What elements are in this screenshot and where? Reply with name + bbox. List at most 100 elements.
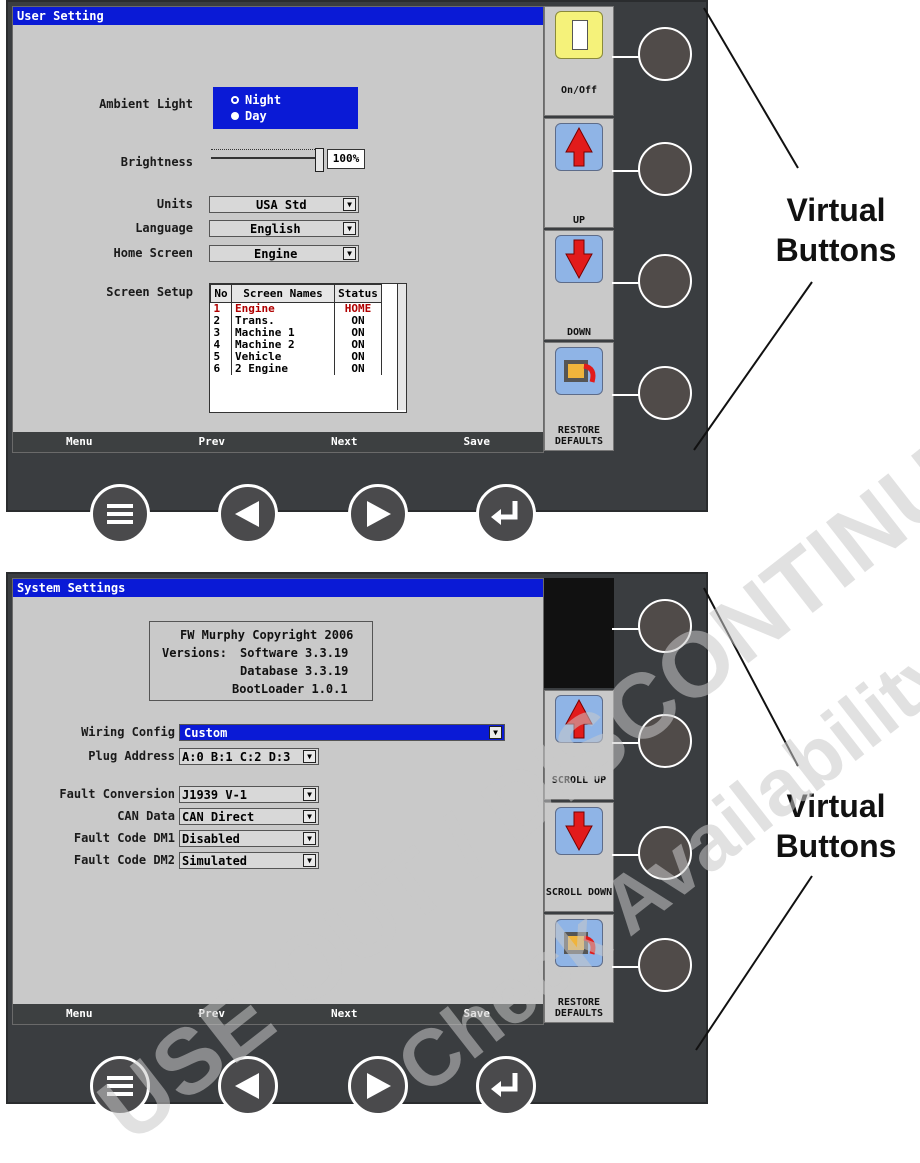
can-data-dropdown[interactable]: CAN Direct ▼	[179, 808, 319, 825]
softkey-menu[interactable]: Menu	[13, 1004, 146, 1024]
scroll-down-button[interactable]: SCROLL DOWN	[544, 802, 614, 912]
version-info-box: FW Murphy Copyright 2006 Versions: Softw…	[149, 621, 373, 701]
ambient-light-radio-group[interactable]: Night Day	[213, 87, 358, 129]
softkey-next[interactable]: Next	[278, 1004, 411, 1024]
chevron-down-icon[interactable]: ▼	[303, 750, 316, 763]
next-hard-button[interactable]	[348, 1056, 408, 1116]
prev-hard-button[interactable]	[218, 484, 278, 544]
plug-address-label: Plug Address	[88, 749, 175, 763]
on-off-button[interactable]: On/Off	[544, 6, 614, 116]
home-screen-value: Engine	[254, 247, 298, 261]
home-screen-label: Home Screen	[113, 246, 193, 260]
next-hard-button[interactable]	[348, 484, 408, 544]
bootloader-version: BootLoader 1.0.1	[232, 682, 348, 696]
hard-button-2[interactable]	[638, 142, 692, 196]
chevron-down-icon[interactable]: ▼	[343, 222, 356, 235]
chevron-down-icon[interactable]: ▼	[303, 788, 316, 801]
screen-setup-table[interactable]: No Screen Names Status 1 Engine HOME 2 Tran…	[209, 283, 407, 413]
arrow-up-icon	[555, 695, 603, 743]
virtual-buttons-callout-top: Virtual Buttons	[775, 192, 897, 268]
screen-setup-label: Screen Setup	[106, 285, 193, 299]
units-value: USA Std	[256, 198, 307, 212]
menu-hard-button[interactable]	[90, 484, 150, 544]
softkey-save[interactable]: Save	[411, 432, 544, 452]
fault-conversion-dropdown[interactable]: J1939 V-1 ▼	[179, 786, 319, 803]
units-dropdown[interactable]: USA Std ▼	[209, 196, 359, 213]
wiring-config-label: Wiring Config	[81, 725, 175, 739]
database-version: Database 3.3.19	[240, 664, 349, 678]
screen-title: User Setting	[13, 7, 543, 25]
menu-icon	[107, 504, 133, 524]
menu-hard-button[interactable]	[90, 1056, 150, 1116]
hard-button-4[interactable]	[638, 938, 692, 992]
connector-line	[612, 966, 640, 968]
restore-defaults-button[interactable]: RESTORE DEFAULTS	[544, 914, 614, 1023]
blank-button-slot	[544, 578, 614, 688]
table-scrollbar[interactable]	[397, 284, 406, 410]
enter-hard-button[interactable]	[476, 1056, 536, 1116]
radio-day-icon	[231, 112, 239, 120]
restore-defaults-button[interactable]: RESTORE DEFAULTS	[544, 342, 614, 451]
softkey-prev[interactable]: Prev	[146, 432, 279, 452]
softkey-menu[interactable]: Menu	[13, 432, 146, 452]
hard-button-1[interactable]	[638, 599, 692, 653]
hard-button-1[interactable]	[638, 27, 692, 81]
system-settings-device-panel: System Settings FW Murphy Copyright 2006…	[6, 572, 708, 1116]
virtual-button-column: On/Off UP DOWN RESTORE DEFAULTS	[544, 6, 614, 451]
arrow-left-icon	[235, 501, 259, 527]
softkey-bar: Menu Prev Next Save	[13, 1004, 543, 1024]
fault-code-dm2-dropdown[interactable]: Simulated ▼	[179, 852, 319, 869]
system-settings-screen: System Settings FW Murphy Copyright 2006…	[12, 578, 544, 1025]
brightness-slider[interactable]	[209, 147, 329, 172]
wiring-config-value: Custom	[184, 726, 228, 740]
radio-day[interactable]: Day	[231, 109, 267, 123]
chevron-down-icon[interactable]: ▼	[303, 832, 316, 845]
radio-night[interactable]: Night	[231, 93, 281, 107]
scroll-up-button[interactable]: SCROLL UP	[544, 690, 614, 800]
home-screen-dropdown[interactable]: Engine ▼	[209, 245, 359, 262]
brightness-label: Brightness	[120, 155, 193, 169]
can-data-label: CAN Data	[117, 809, 175, 823]
arrow-down-icon	[555, 807, 603, 855]
plug-address-dropdown[interactable]: A:0 B:1 C:2 D:3 ▼	[179, 748, 319, 765]
chevron-down-icon[interactable]: ▼	[343, 198, 356, 211]
restore-icon	[555, 347, 603, 395]
user-setting-screen: User Setting Ambient Light Night Day Bri…	[12, 6, 544, 453]
copyright-text: FW Murphy Copyright 2006	[180, 628, 354, 642]
arrow-up-icon	[555, 123, 603, 171]
hard-button-3[interactable]	[638, 254, 692, 308]
col-header-no: No	[210, 284, 232, 303]
slider-thumb[interactable]	[315, 148, 324, 172]
language-dropdown[interactable]: English ▼	[209, 220, 359, 237]
chevron-down-icon[interactable]: ▼	[303, 854, 316, 867]
down-button[interactable]: DOWN	[544, 230, 614, 340]
softkey-prev[interactable]: Prev	[146, 1004, 279, 1024]
table-header-row: No Screen Names Status	[210, 284, 382, 303]
hard-button-2[interactable]	[638, 714, 692, 768]
arrow-right-icon	[367, 501, 391, 527]
arrow-down-icon	[555, 235, 603, 283]
hard-button-4[interactable]	[638, 366, 692, 420]
hard-button-3[interactable]	[638, 826, 692, 880]
table-row[interactable]: 62 Engine ON	[210, 363, 382, 375]
enter-hard-button[interactable]	[476, 484, 536, 544]
wiring-config-dropdown[interactable]: Custom ▼	[179, 724, 505, 741]
fault-code-dm2-value: Simulated	[182, 854, 248, 868]
connector-line	[612, 628, 640, 630]
softkey-next[interactable]: Next	[278, 432, 411, 452]
fault-code-dm1-label: Fault Code DM1	[73, 831, 175, 845]
up-button[interactable]: UP	[544, 118, 614, 228]
chevron-down-icon[interactable]: ▼	[303, 810, 316, 823]
plug-address-value: A:0 B:1 C:2 D:3	[182, 750, 291, 764]
col-header-screen-names: Screen Names	[231, 284, 335, 303]
enter-icon	[491, 501, 518, 525]
prev-hard-button[interactable]	[218, 1056, 278, 1116]
arrow-right-icon	[367, 1073, 391, 1099]
softkey-bar: Menu Prev Next Save	[13, 432, 543, 452]
chevron-down-icon[interactable]: ▼	[343, 247, 356, 260]
chevron-down-icon[interactable]: ▼	[489, 726, 502, 739]
language-label: Language	[135, 221, 193, 235]
radio-night-icon	[231, 96, 239, 104]
softkey-save[interactable]: Save	[411, 1004, 544, 1024]
fault-code-dm1-dropdown[interactable]: Disabled ▼	[179, 830, 319, 847]
